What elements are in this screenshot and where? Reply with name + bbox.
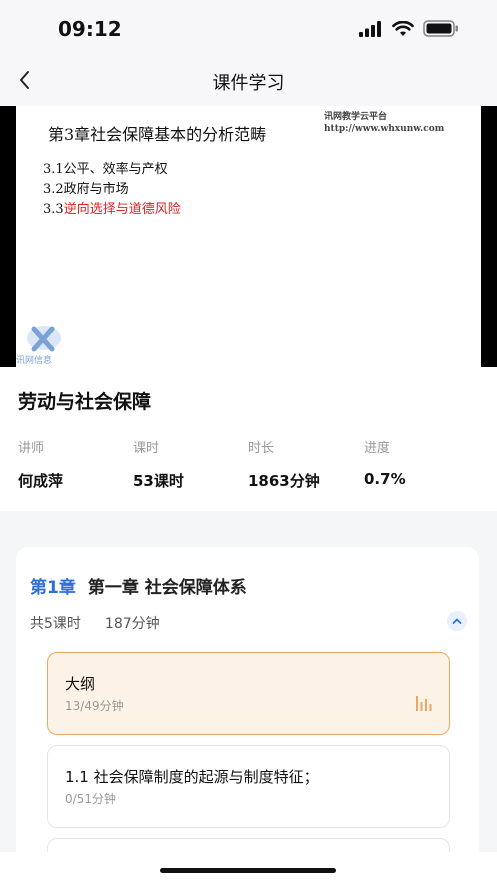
slide-watermark-tag: 讯网教学云平台 http://www.whxunw.com (324, 111, 444, 135)
course-info: 劳动与社会保障 讲师 何成萍 课时 53课时 时长 1863分钟 进度 0.7% (0, 367, 497, 511)
stat-value: 何成萍 (18, 472, 64, 490)
slide-item-3: 3.3逆向选择与道德风险 (43, 198, 181, 217)
slide-title: 第3章社会保障基本的分析范畴 (48, 125, 267, 144)
lesson-time: 0/51分钟 (65, 792, 116, 806)
playing-equalizer-icon (416, 696, 432, 711)
status-icons (359, 20, 459, 37)
stat-label: 进度 (364, 441, 391, 456)
slide-item-2: 3.2政府与市场 (43, 182, 129, 197)
slide-tag-line1: 讯网教学云平台 (324, 112, 388, 122)
stat-value: 1863分钟 (248, 472, 320, 490)
slide-item-1: 3.1公平、效率与产权 (43, 162, 168, 177)
lesson-time: 13/49分钟 (65, 699, 124, 713)
lesson-title: 大纲 (65, 675, 96, 693)
slide-item-3-highlight: 逆向选择与道德风险 (63, 202, 181, 217)
cellular-signal-icon (359, 20, 381, 37)
nav-bar: 课件学习 (0, 60, 497, 106)
stat-label: 讲师 (18, 441, 45, 456)
home-indicator-area (0, 852, 497, 883)
chapter-number: 第1章 (30, 578, 76, 598)
collapse-button[interactable] (447, 611, 467, 631)
chapter-duration: 187分钟 (104, 616, 160, 632)
chapter-name: 第一章 社会保障体系 (87, 578, 247, 598)
stat-progress: 进度 0.7% (364, 437, 406, 488)
lesson-title: 1.1 社会保障制度的起源与制度特征； (65, 768, 319, 786)
wifi-icon (392, 20, 414, 36)
stat-lecturer: 讲师 何成萍 (18, 437, 63, 491)
lesson-item-outline[interactable]: 大纲 13/49分钟 (47, 652, 450, 735)
slide-logo-text: 讯网信息 (16, 356, 53, 366)
chapter-header: 第1章 第一章 社会保障体系 (30, 573, 247, 598)
chapter-meta: 共5课时 187分钟 (30, 613, 160, 633)
slide-item-3-prefix: 3.3 (43, 202, 64, 217)
video-player[interactable]: 第3章社会保障基本的分析范畴 讯网教学云平台 http://www.whxunw… (0, 106, 497, 367)
home-indicator[interactable] (160, 868, 336, 873)
status-bar: 09:12 (0, 0, 497, 60)
status-time: 09:12 (58, 17, 122, 41)
chapter-card: 第1章 第一章 社会保障体系 共5课时 187分钟 大纲 13/49分钟 1.1 社… (16, 547, 479, 883)
stat-value: 0.7% (364, 470, 406, 488)
stat-lessons: 课时 53课时 (133, 437, 184, 491)
chevron-up-icon (452, 618, 462, 624)
course-title: 劳动与社会保障 (18, 391, 152, 413)
stat-label: 时长 (248, 441, 275, 456)
page-title: 课件学习 (212, 73, 285, 94)
slide-content: 第3章社会保障基本的分析范畴 讯网教学云平台 http://www.whxunw… (16, 106, 481, 367)
lesson-item-1-1[interactable]: 1.1 社会保障制度的起源与制度特征； 0/51分钟 (47, 745, 450, 828)
slide-tag-line2: http://www.whxunw.com (324, 124, 445, 134)
stat-label: 课时 (133, 441, 160, 456)
stat-duration: 时长 1863分钟 (248, 437, 320, 491)
stat-value: 53课时 (133, 472, 184, 490)
chapter-lesson-count: 共5课时 (30, 616, 81, 632)
battery-icon (423, 20, 458, 37)
